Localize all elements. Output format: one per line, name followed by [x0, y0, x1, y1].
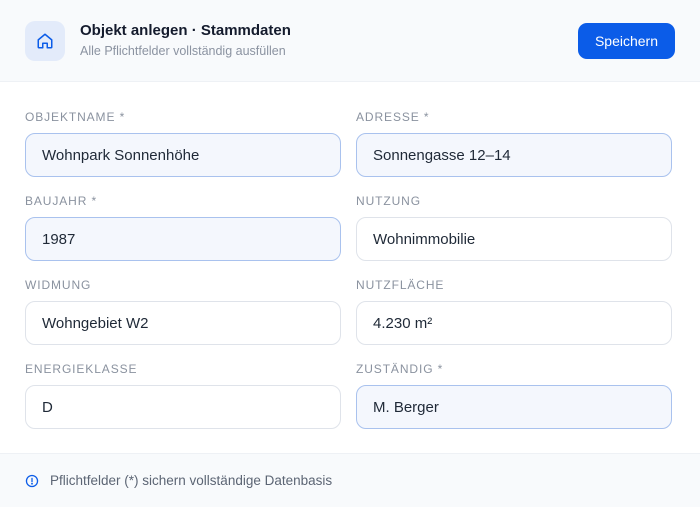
info-icon — [25, 474, 39, 488]
field-label-energieklasse: ENERGIEKLASSE — [25, 362, 138, 376]
save-button[interactable]: Speichern — [578, 23, 675, 59]
nutzung-input[interactable]: Wohnimmobilie — [356, 217, 672, 261]
field-label-nutzflaeche: NUTZFLÄCHE — [356, 278, 445, 292]
field-label-nutzung: NUTZUNG — [356, 194, 421, 208]
page-title: Objekt anlegen · Stammdaten — [80, 22, 291, 39]
field-label-objektname: OBJEKTNAME * — [25, 110, 126, 124]
nutzflaeche-input[interactable]: 4.230 m² — [356, 301, 672, 345]
energieklasse-input[interactable]: D — [25, 385, 341, 429]
baujahr-input[interactable]: 1987 — [25, 217, 341, 261]
home-button[interactable] — [25, 21, 65, 61]
field-label-widmung: WIDMUNG — [25, 278, 92, 292]
header: Objekt anlegen · Stammdaten Alle Pflicht… — [0, 0, 700, 82]
page-subtitle: Alle Pflichtfelder vollständig ausfüllen — [80, 44, 286, 58]
field-label-baujahr: BAUJAHR * — [25, 194, 98, 208]
objektname-input[interactable]: Wohnpark Sonnenhöhe — [25, 133, 341, 177]
page: Objekt anlegen · Stammdaten Alle Pflicht… — [0, 0, 700, 507]
footer-hint: Pflichtfelder (*) sichern vollständige D… — [0, 453, 700, 507]
home-icon — [37, 33, 53, 49]
footer-text: Pflichtfelder (*) sichern vollständige D… — [50, 473, 333, 488]
adresse-input[interactable]: Sonnengasse 12–14 — [356, 133, 672, 177]
widmung-input[interactable]: Wohngebiet W2 — [25, 301, 341, 345]
field-label-adresse: ADRESSE * — [356, 110, 430, 124]
field-label-zustaendig: ZUSTÄNDIG * — [356, 362, 444, 376]
zustaendig-input[interactable]: M. Berger — [356, 385, 672, 429]
